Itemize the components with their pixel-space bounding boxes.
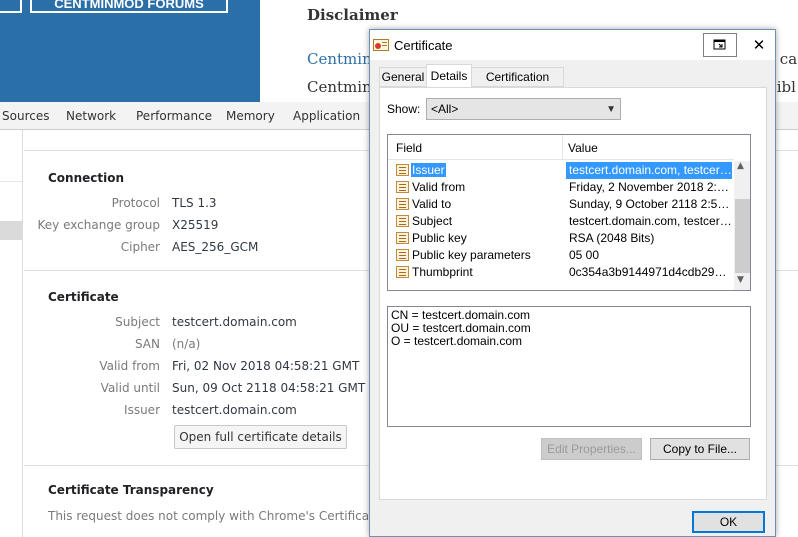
show-label: Show: (387, 102, 421, 116)
field-list[interactable]: Field Value Issuer testcert.domain.com, … (387, 134, 751, 291)
field-name: Public key parameters (412, 248, 531, 262)
key-exchange-value: X25519 (172, 218, 219, 232)
site-header-banner: CENTMINMOD FORUMS (0, 0, 260, 102)
field-name: Thumbprint (412, 265, 473, 279)
tab-details[interactable]: Details (426, 64, 472, 87)
cipher-label: Cipher (120, 240, 160, 254)
subject-value: testcert.domain.com (172, 315, 297, 329)
list-item[interactable]: Subject testcert.domain.com, testcert...… (396, 213, 734, 230)
banner-button-forums[interactable]: CENTMINMOD FORUMS (30, 0, 228, 13)
protocol-label: Protocol (111, 196, 160, 210)
field-name: Issuer (411, 163, 446, 177)
scrollbar-thumb[interactable] (735, 199, 750, 273)
field-value: testcert.domain.com, testcert.... (569, 163, 732, 177)
close-icon[interactable]: ✕ (745, 33, 773, 57)
restore-button[interactable] (703, 33, 737, 57)
column-header-value[interactable]: Value (568, 141, 598, 155)
sidebar-divider (0, 181, 23, 182)
page-body-text: Centmin (307, 78, 372, 96)
open-certificate-details-button[interactable]: Open full certificate details (174, 425, 347, 449)
tab-certification-path[interactable]: Certification Path (472, 67, 564, 102)
connection-title: Connection (48, 171, 125, 185)
field-value-textbox[interactable]: CN = testcert.domain.com OU = testcert.d… (387, 306, 751, 427)
protocol-value: TLS 1.3 (172, 196, 217, 210)
list-item[interactable]: Issuer testcert.domain.com, testcert.... (396, 162, 734, 179)
list-item[interactable]: Valid to Sunday, 9 October 2118 2:58:... (396, 196, 734, 213)
tab-application[interactable]: Application (293, 109, 360, 123)
show-dropdown[interactable]: <All> ▼ (426, 98, 621, 120)
dialog-titlebar[interactable]: Certificate ✕ (370, 30, 775, 60)
list-item[interactable]: Public key RSA (2048 Bits) (396, 230, 734, 247)
edit-properties-button: Edit Properties... (541, 438, 642, 460)
field-name: Valid from (412, 180, 466, 194)
devtools-sidebar (0, 130, 23, 537)
cert-field-icon (396, 232, 409, 244)
disclaimer-heading: Disclaimer (307, 6, 398, 24)
san-label: SAN (134, 337, 160, 351)
tab-general[interactable]: General (379, 67, 426, 87)
dropdown-arrow-icon: ▼ (606, 104, 616, 115)
page-link[interactable]: Centmin (307, 50, 372, 68)
column-separator[interactable] (562, 135, 563, 160)
certificate-transparency-note: This request does not comply with Chrome… (48, 509, 370, 523)
field-value: 05 00 (569, 248, 600, 262)
field-value: testcert.domain.com, testcert.... (569, 214, 732, 228)
list-item[interactable]: Public key parameters 05 00 (396, 247, 734, 264)
field-value: RSA (2048 Bits) (569, 231, 655, 245)
scroll-up-icon[interactable]: ▲ (737, 161, 744, 171)
sidebar-item-selected[interactable] (0, 221, 23, 240)
certificate-transparency-title: Certificate Transparency (48, 483, 214, 497)
subject-label: Subject (115, 315, 160, 329)
field-value: Friday, 2 November 2018 2:58:... (569, 180, 732, 194)
cert-field-icon (396, 198, 409, 210)
copy-to-file-button[interactable]: Copy to File... (650, 438, 750, 460)
valid-from-value: Fri, 02 Nov 2018 04:58:21 GMT (172, 359, 360, 373)
field-value: Sunday, 9 October 2118 2:58:... (569, 197, 732, 211)
ok-button[interactable]: OK (692, 511, 765, 533)
banner-button-left[interactable] (0, 0, 22, 13)
list-header: Field Value (388, 135, 734, 160)
tab-sources[interactable]: Sources (2, 109, 49, 123)
field-name: Public key (412, 231, 467, 245)
san-value: (n/a) (172, 337, 201, 351)
issuer-label: Issuer (124, 403, 160, 417)
key-exchange-label: Key exchange group (37, 218, 160, 232)
valid-until-value: Sun, 09 Oct 2118 04:58:21 GMT (172, 381, 366, 395)
certificate-title: Certificate (48, 290, 119, 304)
list-scrollbar[interactable]: ▲ ▼ (734, 161, 750, 290)
dialog-title: Certificate (394, 38, 453, 53)
certificate-icon (373, 39, 389, 51)
tab-memory[interactable]: Memory (226, 109, 275, 123)
list-item[interactable]: Thumbprint 0c354a3b9144971d4cdb29cdf... (396, 264, 734, 281)
column-header-field[interactable]: Field (396, 141, 422, 155)
certificate-dialog: Certificate ✕ General Details Certificat… (369, 29, 776, 537)
tab-network[interactable]: Network (66, 109, 116, 123)
value-line: O = testcert.domain.com (391, 334, 523, 348)
tab-performance[interactable]: Performance (136, 109, 212, 123)
valid-from-label: Valid from (99, 359, 160, 373)
field-value: 0c354a3b9144971d4cdb29cdf... (569, 265, 732, 279)
scroll-down-icon[interactable]: ▼ (737, 275, 744, 285)
restore-icon (713, 39, 726, 50)
cert-field-icon (396, 164, 409, 176)
cert-field-icon (396, 181, 409, 193)
field-name: Subject (412, 214, 453, 228)
cert-field-icon (396, 249, 409, 261)
cert-field-icon (396, 266, 409, 278)
field-name: Valid to (412, 197, 452, 211)
cert-field-icon (396, 215, 409, 227)
list-item[interactable]: Valid from Friday, 2 November 2018 2:58:… (396, 179, 734, 196)
issuer-value: testcert.domain.com (172, 403, 297, 417)
show-dropdown-value: <All> (431, 102, 459, 116)
cipher-value: AES_256_GCM (172, 240, 259, 254)
valid-until-label: Valid until (100, 381, 160, 395)
